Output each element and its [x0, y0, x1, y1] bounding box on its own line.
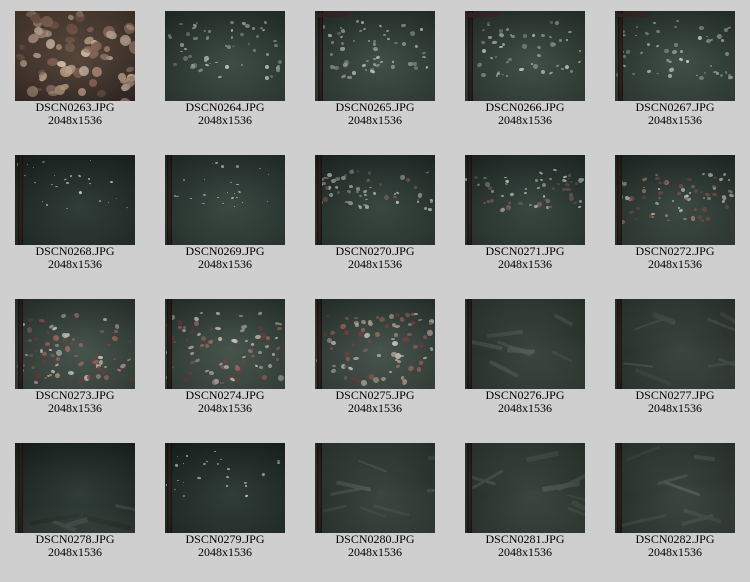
- thumbnail-image[interactable]: [615, 299, 735, 389]
- thumbnail-dimensions: 2048x1536: [498, 401, 552, 415]
- thumbnail-item[interactable]: DSCN0271.JPG 2048x1536: [450, 144, 600, 274]
- thumbnail-image[interactable]: [615, 11, 735, 101]
- thumbnail-image[interactable]: [315, 11, 435, 101]
- thumbnail-dimensions: 2048x1536: [48, 257, 102, 271]
- thumbnail-item[interactable]: DSCN0272.JPG 2048x1536: [600, 144, 750, 274]
- thumbnail-image[interactable]: [465, 299, 585, 389]
- thumbnail-image[interactable]: [165, 299, 285, 389]
- thumbnail-dimensions: 2048x1536: [198, 257, 252, 271]
- thumbnail-item[interactable]: DSCN0276.JPG 2048x1536: [450, 288, 600, 418]
- thumbnail-dimensions: 2048x1536: [648, 257, 702, 271]
- thumbnail-item[interactable]: DSCN0266.JPG 2048x1536: [450, 0, 600, 130]
- thumbnail-item[interactable]: DSCN0264.JPG 2048x1536: [150, 0, 300, 130]
- thumbnail-image[interactable]: [315, 299, 435, 389]
- thumbnail-item[interactable]: DSCN0281.JPG 2048x1536: [450, 432, 600, 562]
- thumbnail-item[interactable]: DSCN0263.JPG 2048x1536: [0, 0, 150, 130]
- thumbnail-item[interactable]: DSCN0268.JPG 2048x1536: [0, 144, 150, 274]
- thumbnail-dimensions: 2048x1536: [48, 545, 102, 559]
- thumbnail-item[interactable]: DSCN0279.JPG 2048x1536: [150, 432, 300, 562]
- thumbnail-image[interactable]: [315, 443, 435, 533]
- thumbnail-image[interactable]: [15, 443, 135, 533]
- thumbnail-item[interactable]: DSCN0280.JPG 2048x1536: [300, 432, 450, 562]
- thumbnail-dimensions: 2048x1536: [348, 545, 402, 559]
- thumbnail-item[interactable]: DSCN0278.JPG 2048x1536: [0, 432, 150, 562]
- thumbnail-item[interactable]: DSCN0274.JPG 2048x1536: [150, 288, 300, 418]
- thumbnail-item[interactable]: DSCN0270.JPG 2048x1536: [300, 144, 450, 274]
- thumbnail-image[interactable]: [465, 155, 585, 245]
- thumbnail-dimensions: 2048x1536: [348, 257, 402, 271]
- thumbnail-dimensions: 2048x1536: [198, 401, 252, 415]
- thumbnail-image[interactable]: [15, 299, 135, 389]
- thumbnail-dimensions: 2048x1536: [48, 401, 102, 415]
- thumbnail-item[interactable]: DSCN0282.JPG 2048x1536: [600, 432, 750, 562]
- thumbnail-image[interactable]: [615, 443, 735, 533]
- thumbnail-image[interactable]: [615, 155, 735, 245]
- thumbnail-dimensions: 2048x1536: [348, 401, 402, 415]
- thumbnail-image[interactable]: [15, 155, 135, 245]
- thumbnail-dimensions: 2048x1536: [198, 113, 252, 127]
- thumbnail-item[interactable]: DSCN0277.JPG 2048x1536: [600, 288, 750, 418]
- thumbnail-image[interactable]: [315, 155, 435, 245]
- thumbnail-item[interactable]: DSCN0275.JPG 2048x1536: [300, 288, 450, 418]
- thumbnail-item[interactable]: DSCN0269.JPG 2048x1536: [150, 144, 300, 274]
- thumbnail-dimensions: 2048x1536: [648, 113, 702, 127]
- thumbnail-dimensions: 2048x1536: [498, 113, 552, 127]
- thumbnail-dimensions: 2048x1536: [198, 545, 252, 559]
- thumbnail-image[interactable]: [165, 443, 285, 533]
- thumbnail-image[interactable]: [165, 11, 285, 101]
- thumbnail-item[interactable]: DSCN0265.JPG 2048x1536: [300, 0, 450, 130]
- thumbnail-image[interactable]: [165, 155, 285, 245]
- thumbnail-dimensions: 2048x1536: [48, 113, 102, 127]
- thumbnail-image[interactable]: [465, 443, 585, 533]
- thumbnail-dimensions: 2048x1536: [498, 257, 552, 271]
- thumbnail-grid: DSCN0263.JPG 2048x1536 DSCN0264.JPG 2048x15…: [0, 0, 750, 582]
- thumbnail-dimensions: 2048x1536: [498, 545, 552, 559]
- thumbnail-item[interactable]: DSCN0273.JPG 2048x1536: [0, 288, 150, 418]
- thumbnail-dimensions: 2048x1536: [648, 401, 702, 415]
- thumbnail-dimensions: 2048x1536: [648, 545, 702, 559]
- thumbnail-image[interactable]: [15, 11, 135, 101]
- thumbnail-dimensions: 2048x1536: [348, 113, 402, 127]
- thumbnail-item[interactable]: DSCN0267.JPG 2048x1536: [600, 0, 750, 130]
- thumbnail-image[interactable]: [465, 11, 585, 101]
